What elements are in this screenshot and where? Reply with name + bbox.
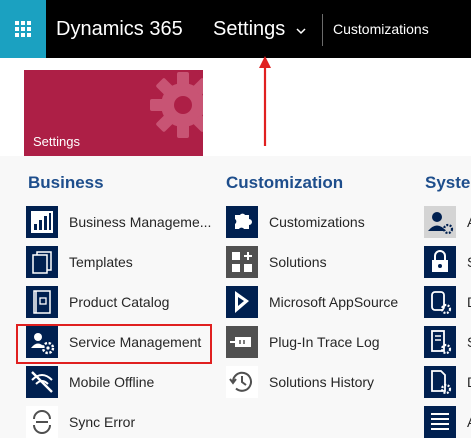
data-management-item[interactable]: D	[424, 286, 471, 318]
document-management-icon	[424, 366, 456, 398]
puzzle-icon	[226, 206, 258, 238]
top-nav-bar: Dynamics 365 Settings Customizations	[0, 0, 471, 58]
mobile-offline-icon	[26, 366, 58, 398]
appsource-icon	[226, 286, 258, 318]
security-item[interactable]: S	[424, 246, 471, 278]
administration-item[interactable]: A	[424, 206, 471, 238]
customizations-item[interactable]: Customizations	[226, 206, 365, 238]
auditing-item[interactable]: A	[424, 406, 471, 438]
annotation-arrow-icon	[259, 56, 271, 146]
data-management-icon	[424, 286, 456, 318]
solutions-label: Solutions	[269, 254, 327, 270]
app-launcher-icon	[15, 21, 31, 37]
product-catalog-item[interactable]: Product Catalog	[26, 286, 169, 318]
nav-divider	[322, 14, 323, 46]
templates-label: Templates	[69, 254, 133, 270]
settings-tile-label: Settings	[33, 134, 80, 149]
administration-label: A	[467, 214, 471, 230]
system-jobs-icon	[424, 326, 456, 358]
auditing-label: A	[467, 414, 471, 430]
solutions-icon	[226, 246, 258, 278]
document-management-label: D	[467, 374, 471, 390]
service-management-highlight	[16, 324, 212, 364]
document-management-item[interactable]: D	[424, 366, 471, 398]
app-name[interactable]: Dynamics 365	[56, 0, 183, 58]
chevron-down-icon[interactable]	[296, 26, 306, 36]
plugin-trace-log-icon	[226, 326, 258, 358]
business-management-icon	[26, 206, 58, 238]
security-label: S	[467, 254, 471, 270]
business-management-item[interactable]: Business Manageme...	[26, 206, 211, 238]
mobile-offline-item[interactable]: Mobile Offline	[26, 366, 154, 398]
solutions-item[interactable]: Solutions	[226, 246, 327, 278]
area-settings-menu[interactable]: Settings	[213, 0, 285, 58]
settings-tile[interactable]: Settings	[24, 70, 203, 156]
plugin-trace-log-label: Plug-In Trace Log	[269, 334, 380, 350]
app-launcher-button[interactable]	[0, 0, 46, 58]
auditing-icon	[424, 406, 456, 438]
system-jobs-item[interactable]: S	[424, 326, 471, 358]
system-jobs-label: S	[467, 334, 471, 350]
microsoft-appsource-label: Microsoft AppSource	[269, 294, 399, 310]
sync-error-label: Sync Error	[69, 414, 136, 430]
solutions-history-label: Solutions History	[269, 374, 375, 390]
plugin-trace-log-item[interactable]: Plug-In Trace Log	[226, 326, 380, 358]
sync-error-item[interactable]: Sync Error	[26, 406, 135, 438]
templates-item[interactable]: Templates	[26, 246, 133, 278]
product-catalog-label: Product Catalog	[69, 294, 170, 310]
data-management-label: D	[467, 294, 471, 310]
administration-icon	[424, 206, 456, 238]
gear-icon	[150, 72, 203, 138]
templates-icon	[26, 246, 58, 278]
mobile-offline-label: Mobile Offline	[69, 374, 155, 390]
solutions-history-item[interactable]: Solutions History	[226, 366, 374, 398]
section-title-customization: Customization	[226, 173, 344, 192]
section-title-business: Business	[28, 173, 104, 192]
microsoft-appsource-item[interactable]: Microsoft AppSource	[226, 286, 398, 318]
customizations-label: Customizations	[269, 214, 365, 230]
product-catalog-icon	[26, 286, 58, 318]
breadcrumb-customizations[interactable]: Customizations	[333, 0, 429, 58]
security-lock-icon	[424, 246, 456, 278]
business-management-label: Business Manageme...	[69, 214, 212, 230]
sync-error-icon	[26, 406, 58, 438]
history-icon	[226, 366, 258, 398]
section-title-system: System	[425, 173, 471, 192]
